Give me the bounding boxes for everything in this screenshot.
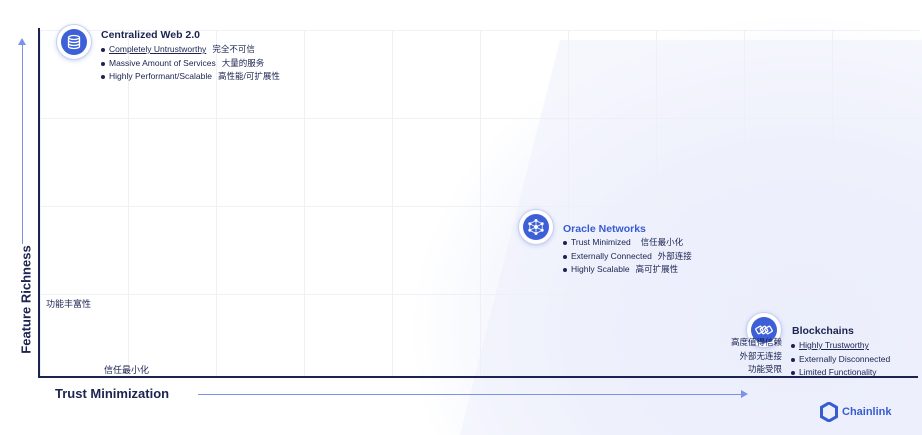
list-item: Trust Minimized 信任最小化 bbox=[562, 236, 692, 250]
chainlink-hexagon-icon bbox=[820, 402, 838, 422]
list-item: Completely Untrustworthy 完全不可信 bbox=[100, 43, 280, 57]
x-axis-line bbox=[38, 376, 918, 378]
list-item: Massive Amount of Services 大量的服务 bbox=[100, 57, 280, 71]
x-axis-label-cn: 信任最小化 bbox=[104, 365, 150, 375]
blockchains-cn-item: 高度值得信赖 bbox=[730, 337, 782, 347]
blockchains-cn-list: 高度值得信赖 外部无连接 功能受限 bbox=[690, 336, 782, 377]
blockchains-title: Blockchains bbox=[792, 325, 854, 337]
diagram-canvas: Feature Richness Trust Minimization 功能丰富… bbox=[0, 0, 922, 435]
list-item: Externally Connected 外部连接 bbox=[562, 250, 692, 264]
x-axis-label: Trust Minimization bbox=[55, 386, 170, 401]
list-item: Externally Disconnected bbox=[790, 353, 890, 367]
brand-name: Chainlink bbox=[842, 406, 892, 418]
network-icon bbox=[518, 209, 554, 245]
y-axis-label: Feature Richness bbox=[18, 245, 34, 354]
blockchains-cn-item: 外部无连接 bbox=[739, 350, 782, 361]
list-item: Limited Functionality bbox=[790, 366, 890, 380]
right-arrow-icon bbox=[198, 390, 748, 398]
centralized-list: Completely Untrustworthy 完全不可信 Massive Am… bbox=[100, 43, 280, 84]
list-item: Highly Scalable 高可扩展性 bbox=[562, 263, 692, 277]
oracle-title: Oracle Networks bbox=[563, 223, 646, 235]
list-item: Highly Trustworthy bbox=[790, 339, 890, 353]
list-item: Highly Performant/Scalable 高性能/可扩展性 bbox=[100, 70, 280, 84]
oracle-list: Trust Minimized 信任最小化 Externally Connecte… bbox=[562, 236, 692, 277]
y-axis-label-cn: 功能丰富性 bbox=[46, 299, 92, 309]
up-arrow-icon bbox=[18, 38, 26, 244]
blockchains-cn-item: 功能受限 bbox=[747, 364, 782, 374]
blockchains-list: Highly Trustworthy Externally Disconnect… bbox=[790, 339, 890, 380]
centralized-title: Centralized Web 2.0 bbox=[101, 29, 201, 41]
database-icon bbox=[56, 24, 92, 60]
y-axis-line bbox=[38, 28, 40, 378]
chainlink-logo: Chainlink bbox=[820, 402, 892, 422]
